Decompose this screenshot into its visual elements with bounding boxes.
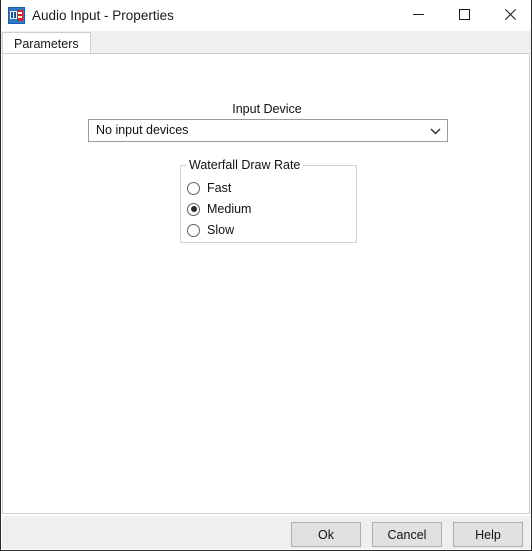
minimize-icon <box>412 8 424 23</box>
cancel-button[interactable]: Cancel <box>372 522 442 547</box>
radio-unselected-icon[interactable] <box>187 181 200 195</box>
radio-waterfall-fast[interactable]: Fast <box>187 179 231 197</box>
properties-dialog-window: Audio Input - Properties Parameters Inpu… <box>0 0 532 551</box>
cancel-button-label: Cancel <box>387 527 427 542</box>
maximize-button[interactable] <box>441 0 487 30</box>
radio-waterfall-medium-label: Medium <box>207 202 252 216</box>
input-device-value: No input devices <box>96 123 189 137</box>
radio-selected-icon[interactable] <box>187 202 200 216</box>
tab-strip: Parameters <box>1 31 531 54</box>
radio-waterfall-slow[interactable]: Slow <box>187 221 234 239</box>
close-icon <box>504 8 516 23</box>
ok-button-label: Ok <box>318 527 334 542</box>
audio-input-app-icon <box>8 7 25 24</box>
tab-parameters-label: Parameters <box>14 36 79 51</box>
tab-parameters[interactable]: Parameters <box>2 32 91 54</box>
waterfall-draw-rate-legend: Waterfall Draw Rate <box>186 158 304 172</box>
close-button[interactable] <box>487 0 531 30</box>
radio-waterfall-slow-label: Slow <box>207 223 235 237</box>
help-button-label: Help <box>475 527 501 542</box>
input-device-label: Input Device <box>232 102 302 116</box>
parameters-tab-panel: Input Device No input devices Waterfall … <box>2 53 530 514</box>
radio-waterfall-fast-label: Fast <box>207 181 232 195</box>
dialog-footer: Ok Cancel Help <box>2 516 530 549</box>
radio-waterfall-medium[interactable]: Medium <box>187 200 251 218</box>
minimize-button[interactable] <box>395 0 441 30</box>
window-title: Audio Input - Properties <box>32 8 174 23</box>
help-button[interactable]: Help <box>453 522 523 547</box>
radio-unselected-icon[interactable] <box>187 223 200 237</box>
input-device-combobox[interactable]: No input devices <box>88 119 448 142</box>
ok-button[interactable]: Ok <box>291 522 361 547</box>
maximize-icon <box>458 8 470 23</box>
chevron-down-icon[interactable] <box>423 120 447 141</box>
title-bar: Audio Input - Properties <box>1 0 531 32</box>
